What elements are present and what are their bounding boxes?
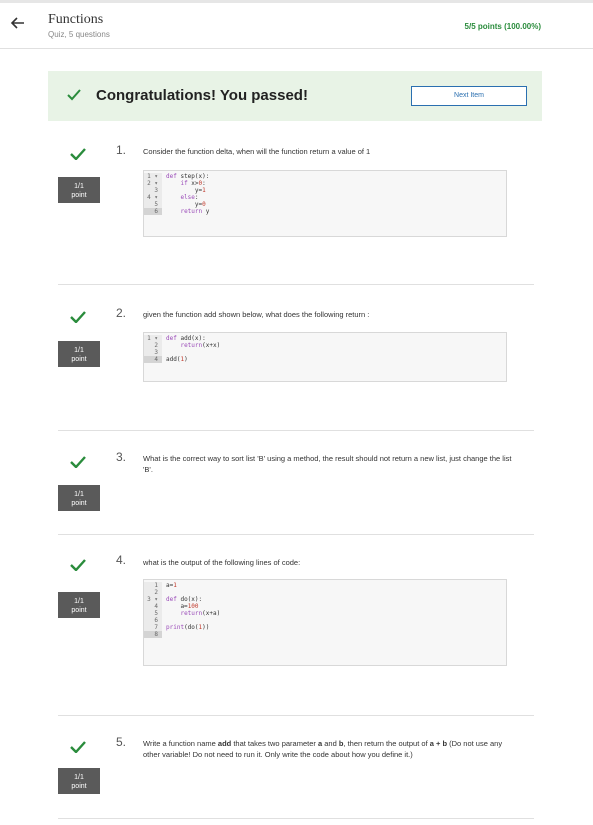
question-text: What is the correct way to sort list 'B'… xyxy=(143,454,512,474)
code-line: 1 a=1 xyxy=(144,582,506,589)
divider xyxy=(58,430,534,431)
check-icon xyxy=(70,559,86,571)
pass-banner: Congratulations! You passed! Next Item xyxy=(48,71,542,121)
score-badge: 1/1 point xyxy=(58,177,100,203)
code-line: 1 ▾ def step(x): xyxy=(144,173,506,180)
code-line: 1 ▾ def add(x): xyxy=(144,335,506,342)
question-number: 4. xyxy=(116,553,127,567)
code-line: 2 return(x+x) xyxy=(144,342,506,349)
check-icon xyxy=(70,456,86,468)
code-line: 3 xyxy=(144,349,506,356)
score-badge: 1/1 point xyxy=(58,768,100,794)
score-summary: 5/5 points (100.00%) xyxy=(464,22,541,31)
code-block: 1 ▾ def step(x): 2 ▾ if x>0: 3 y=1 4 ▾ el… xyxy=(143,170,507,237)
quiz-title: Functions xyxy=(48,12,104,27)
divider xyxy=(58,818,534,819)
check-icon xyxy=(70,148,86,160)
code-line: 6 return y xyxy=(144,208,506,215)
code-line: 5 return(x+a) xyxy=(144,610,506,617)
back-arrow-icon[interactable] xyxy=(8,13,28,33)
check-icon xyxy=(67,89,81,101)
question-text: what is the output of the following line… xyxy=(143,558,301,567)
code-line: 4 ▾ else: xyxy=(144,194,506,201)
code-line: 7 print(do(1)) xyxy=(144,624,506,631)
code-line: 2 ▾ if x>0: xyxy=(144,180,506,187)
code-line: 6 xyxy=(144,617,506,624)
check-icon xyxy=(70,311,86,323)
quiz-subtitle: Quiz, 5 questions xyxy=(48,30,110,39)
question-number: 1. xyxy=(116,143,127,157)
question-number: 2. xyxy=(116,306,127,320)
quiz-header: Functions Quiz, 5 questions 5/5 points (… xyxy=(0,3,593,49)
code-block: 1 ▾ def add(x): 2 return(x+x) 3 4 add(1) xyxy=(143,332,507,382)
question-text: given the function add shown below, what… xyxy=(143,310,370,319)
code-block: 1 a=1 2 3 ▾ def do(x): 4 a=100 5 return(x+… xyxy=(143,579,507,666)
score-badge: 1/1 point xyxy=(58,592,100,618)
question-number: 3. xyxy=(116,450,127,464)
check-icon xyxy=(70,741,86,753)
question-number: 5. xyxy=(116,735,127,749)
code-line: 4 a=100 xyxy=(144,603,506,610)
code-line: 3 y=1 xyxy=(144,187,506,194)
divider xyxy=(58,715,534,716)
pass-message: Congratulations! You passed! xyxy=(96,87,308,104)
code-line: 2 xyxy=(144,589,506,596)
code-line: 4 add(1) xyxy=(144,356,506,363)
divider xyxy=(58,284,534,285)
divider xyxy=(58,534,534,535)
question-text: Write a function name add that takes two… xyxy=(143,739,503,759)
code-line: 5 y=0 xyxy=(144,201,506,208)
code-line: 3 ▾ def do(x): xyxy=(144,596,506,603)
score-badge: 1/1 point xyxy=(58,485,100,511)
code-line: 8 xyxy=(144,631,506,638)
next-item-button[interactable]: Next Item xyxy=(411,86,527,106)
question-text: Consider the function delta, when will t… xyxy=(143,147,371,156)
score-badge: 1/1 point xyxy=(58,341,100,367)
